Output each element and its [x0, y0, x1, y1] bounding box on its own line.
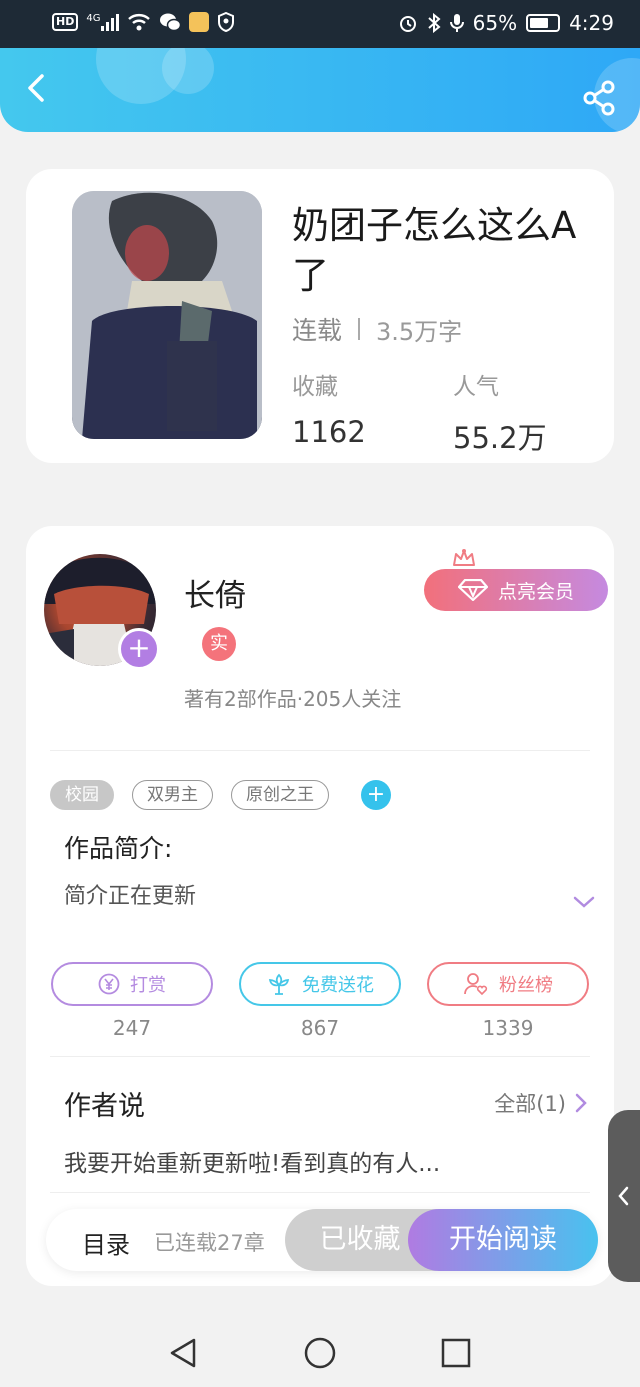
intro-text: 简介正在更新	[64, 884, 197, 909]
yen-coin-icon	[98, 973, 120, 995]
meta-divider	[358, 318, 361, 340]
nav-recents-icon[interactable]	[439, 1336, 473, 1370]
header-bar	[0, 48, 640, 132]
vip-button[interactable]: 点亮会员	[424, 569, 608, 611]
status-bar: HD 4G 65% 4:29	[0, 0, 640, 48]
system-nav-bar	[0, 1318, 640, 1387]
send-flower-button[interactable]: 免费送花	[239, 962, 401, 1006]
chevron-down-icon[interactable]	[572, 894, 596, 910]
divider	[50, 750, 590, 751]
vip-label: 点亮会员	[497, 580, 574, 603]
diamond-icon	[457, 579, 488, 601]
plus-icon: +	[127, 631, 151, 664]
add-tag-button[interactable]: +	[361, 780, 391, 810]
author-says-text[interactable]: 我要开始重新更新啦!看到真的有人...	[64, 1144, 564, 1178]
detail-card: + 长倚 实 著有2部作品·205人关注 点亮会员 校园 双男主 原创之王 + …	[26, 526, 614, 1286]
network-badge: HD	[52, 13, 79, 31]
share-button[interactable]	[580, 78, 620, 118]
action-count: 247	[112, 1016, 152, 1040]
stat-popularity: 人气 55.2万	[453, 367, 547, 457]
book-meta: 连载 3.5万字	[292, 311, 462, 347]
book-info-card: 奶团子怎么这么A了 连载 3.5万字 收藏 1162 人气 55.2万	[26, 169, 614, 463]
author-name[interactable]: 长倚	[184, 570, 246, 615]
chevron-left-icon	[618, 1186, 629, 1206]
decor-bubble	[162, 48, 214, 94]
fan-ranking-button[interactable]: 粉丝榜	[427, 962, 589, 1006]
tag-chip[interactable]: 双男主	[132, 780, 213, 810]
action-label: 免费送花	[302, 975, 374, 996]
chapter-count: 已连载27章	[154, 1231, 265, 1255]
start-reading-button[interactable]: 开始阅读	[408, 1209, 598, 1271]
tag-chip[interactable]: 原创之王	[231, 780, 329, 810]
crown-icon	[453, 549, 475, 566]
share-icon	[583, 80, 615, 116]
flower-icon	[268, 973, 290, 995]
follow-author-button[interactable]: +	[118, 628, 160, 670]
app-notification-icon	[189, 12, 210, 32]
back-button[interactable]	[18, 66, 58, 110]
action-label: 打赏	[130, 975, 166, 996]
side-drawer-handle[interactable]	[608, 1110, 640, 1282]
nav-back-icon[interactable]	[166, 1336, 200, 1370]
divider	[50, 1056, 590, 1057]
chevron-right-icon	[575, 1093, 587, 1113]
stat-value: 55.2万	[453, 421, 547, 455]
stat-label: 人气	[453, 374, 499, 400]
verified-badge: 实	[202, 627, 236, 661]
book-status: 连载	[292, 316, 343, 345]
stat-favorites: 收藏 1162	[292, 367, 366, 449]
author-says-title: 作者说	[64, 1091, 145, 1122]
bluetooth-icon	[427, 13, 441, 33]
signal-type: 4G	[86, 13, 101, 24]
word-count: 3.5万字	[376, 317, 463, 346]
shield-user-icon	[218, 12, 235, 32]
battery-icon	[526, 14, 561, 32]
chevron-left-icon	[28, 74, 44, 102]
action-count: 1339	[482, 1016, 534, 1040]
intro-title: 作品简介:	[64, 834, 173, 863]
wifi-icon	[128, 14, 151, 31]
book-title: 奶团子怎么这么A了	[292, 204, 577, 297]
divider	[50, 1192, 590, 1193]
bottom-action-bar: 目录 已连载27章 已收藏 开始阅读	[46, 1209, 598, 1271]
author-says-all-link[interactable]: 全部(1)	[494, 1088, 588, 1118]
clock: 4:29	[569, 11, 614, 35]
nav-home-icon[interactable]	[303, 1336, 337, 1370]
stat-value: 1162	[292, 415, 366, 449]
tag-list: 校园 双男主 原创之王 +	[50, 780, 391, 810]
microphone-icon	[449, 14, 464, 32]
wechat-icon	[160, 13, 182, 32]
fan-user-icon	[464, 973, 488, 996]
tip-button[interactable]: 打赏	[51, 962, 213, 1006]
stat-label: 收藏	[292, 374, 338, 400]
action-label: 粉丝榜	[499, 975, 553, 996]
cover-illustration	[72, 191, 262, 439]
table-of-contents-button[interactable]: 目录	[82, 1225, 130, 1260]
signal-icon: 4G	[86, 13, 120, 31]
tag-chip[interactable]: 校园	[50, 780, 114, 810]
all-label: 全部(1)	[494, 1092, 566, 1116]
author-stats: 著有2部作品·205人关注	[184, 687, 402, 711]
book-cover[interactable]	[72, 191, 262, 439]
action-count: 867	[300, 1016, 340, 1040]
battery-percent: 65%	[472, 11, 518, 35]
alarm-icon	[399, 16, 416, 32]
